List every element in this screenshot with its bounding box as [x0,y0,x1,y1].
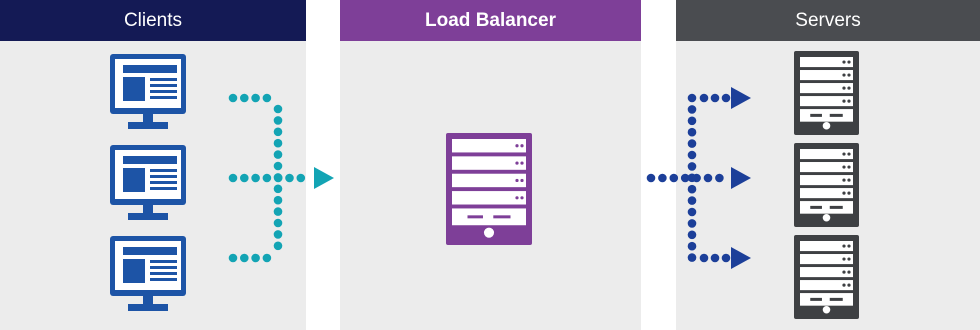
server-icon [794,51,859,135]
arrow-right-icon [731,87,751,109]
diagram-canvas [110,51,859,319]
server-connector-dots [646,93,731,263]
arrow-right-icon [731,167,751,189]
client-connector-dots [228,93,306,263]
arrow-right-icon [731,247,751,269]
server-icon [446,133,532,245]
monitor-icon [110,236,186,311]
server-icon [794,235,859,319]
monitor-icon [110,145,186,220]
server-icon [794,143,859,227]
monitor-icon [110,54,186,129]
arrow-right-icon [314,167,334,189]
